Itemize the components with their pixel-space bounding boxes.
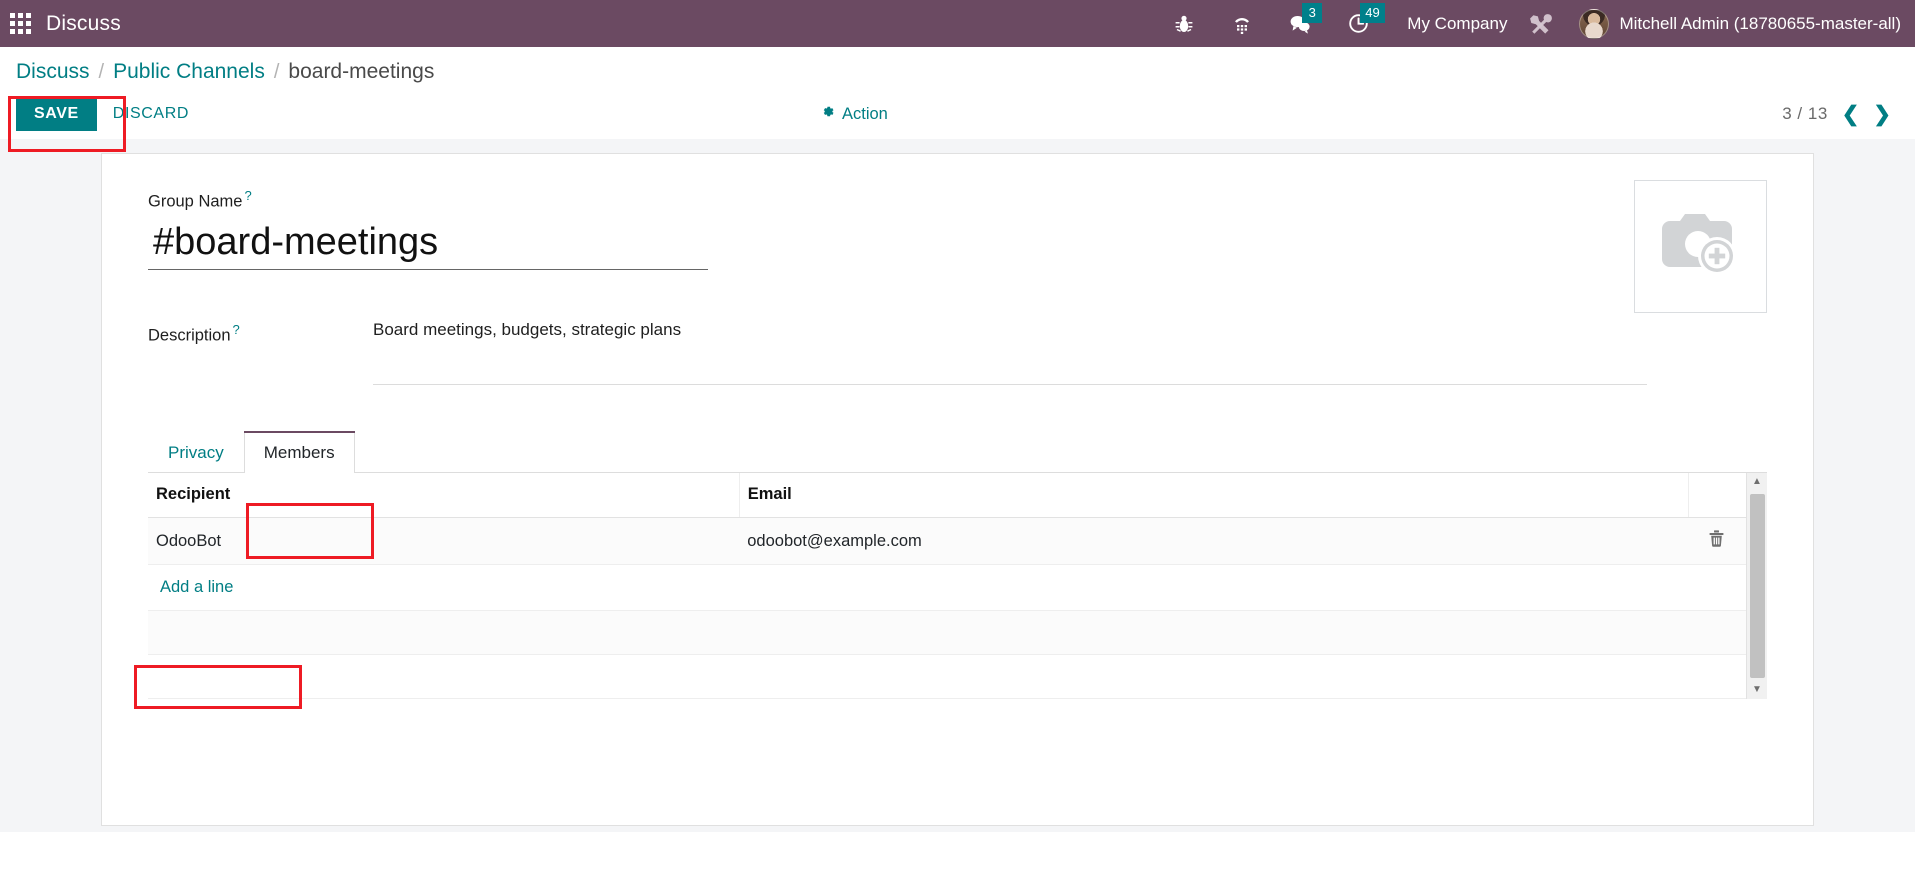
activity-badge: 49 [1360, 2, 1385, 23]
phone-dialpad-icon[interactable] [1229, 11, 1255, 37]
cell-blank [148, 654, 740, 700]
pager: 3 / 13 ❮ ❯ [1782, 104, 1891, 125]
breadcrumb-separator: / [273, 60, 280, 83]
description-label-text: Description [148, 326, 231, 345]
breadcrumb-item-current: board-meetings [288, 60, 435, 83]
cell-add-line[interactable]: Add a line [148, 564, 740, 612]
apps-grid-icon[interactable] [10, 12, 32, 35]
breadcrumb-separator: / [98, 60, 105, 83]
notebook-tabs: Privacy Members [148, 431, 1767, 474]
members-list: Recipient Email OdooBot odoobot@example.… [148, 473, 1767, 700]
save-button[interactable]: SAVE [16, 97, 97, 131]
column-header-email[interactable]: Email [739, 473, 1689, 519]
add-line-row[interactable]: Add a line [148, 564, 1746, 612]
members-table-body: OdooBot odoobot@example.com Add a line [148, 517, 1746, 700]
user-menu[interactable]: Mitchell Admin (18780655-master-all) [1579, 8, 1901, 39]
action-label: Action [842, 104, 888, 123]
list-item [148, 610, 1746, 656]
cell-blank [1688, 654, 1746, 700]
notebook: Privacy Members [148, 431, 1767, 474]
cell-blank [148, 610, 740, 656]
description-label: Description? [148, 320, 373, 346]
table-row[interactable]: OdooBot odoobot@example.com [148, 517, 1746, 566]
gear-icon [820, 104, 835, 124]
app-title[interactable]: Discuss [46, 12, 121, 36]
cell-blank [739, 610, 1688, 656]
cell-blank [739, 654, 1688, 700]
messages-icon[interactable]: 3 [1287, 2, 1323, 37]
control-panel: SAVE DISCARD Action 3 / 13 ❮ ❯ [0, 89, 1915, 139]
members-table-head: Recipient Email [148, 473, 1746, 519]
tab-members[interactable]: Members [243, 431, 355, 474]
members-list-scrollbar[interactable]: ▲ ▼ [1746, 473, 1767, 700]
form-background: Group Name? #board-meetings Description?… [0, 139, 1915, 832]
column-header-actions [1688, 473, 1746, 519]
group-name-input[interactable]: #board-meetings [148, 219, 708, 271]
channel-image-upload[interactable] [1634, 180, 1767, 313]
breadcrumb: Discuss / Public Channels / board-meetin… [0, 47, 1915, 89]
column-header-recipient[interactable]: Recipient [148, 473, 740, 519]
triangle-up-icon[interactable]: ▲ [1752, 473, 1762, 491]
group-name-label: Group Name? [148, 188, 1767, 212]
description-tooltip-icon[interactable]: ? [233, 322, 240, 337]
breadcrumb-item-public-channels[interactable]: Public Channels [113, 60, 265, 84]
group-name-field: Group Name? #board-meetings [148, 188, 1767, 271]
camera-add-icon [1657, 204, 1745, 289]
cell-empty [739, 564, 1688, 612]
discard-button[interactable]: DISCARD [103, 97, 199, 131]
activity-clock-icon[interactable]: 49 [1345, 2, 1385, 37]
cell-actions [1688, 517, 1746, 566]
company-switcher[interactable]: My Company [1407, 14, 1507, 34]
avatar [1579, 8, 1610, 39]
pager-count: 3 / 13 [1782, 104, 1828, 123]
group-name-label-text: Group Name [148, 192, 243, 211]
form-sheet: Group Name? #board-meetings Description?… [101, 153, 1814, 826]
pager-next-button[interactable]: ❯ [1873, 104, 1891, 125]
messages-badge: 3 [1302, 2, 1323, 23]
cell-recipient[interactable]: OdooBot [148, 517, 740, 566]
user-name: Mitchell Admin (18780655-master-all) [1619, 13, 1901, 33]
description-field: Description? Board meetings, budgets, st… [148, 320, 1767, 386]
top-navbar: Discuss 3 49 My Company Mitchell Admin (… [0, 0, 1915, 47]
list-item [148, 654, 1746, 700]
description-input[interactable]: Board meetings, budgets, strategic plans [373, 320, 1647, 386]
tab-privacy[interactable]: Privacy [148, 431, 244, 473]
breadcrumb-item-discuss[interactable]: Discuss [16, 60, 90, 84]
trash-icon[interactable] [1709, 530, 1724, 552]
bug-icon[interactable] [1171, 11, 1197, 37]
pager-previous-button[interactable]: ❮ [1842, 104, 1860, 125]
table-header-row: Recipient Email [148, 473, 1746, 519]
cell-email[interactable]: odoobot@example.com [739, 517, 1688, 566]
action-menu[interactable]: Action [820, 104, 888, 124]
cell-blank [1688, 610, 1746, 656]
members-table: Recipient Email OdooBot odoobot@example.… [148, 473, 1746, 700]
wrench-screwdriver-icon[interactable] [1529, 11, 1555, 37]
scrollbar-thumb[interactable] [1749, 494, 1765, 679]
add-a-line-button[interactable]: Add a line [156, 577, 237, 598]
group-name-tooltip-icon[interactable]: ? [244, 188, 251, 203]
triangle-down-icon[interactable]: ▼ [1752, 681, 1762, 699]
cell-empty-actions [1688, 564, 1746, 612]
